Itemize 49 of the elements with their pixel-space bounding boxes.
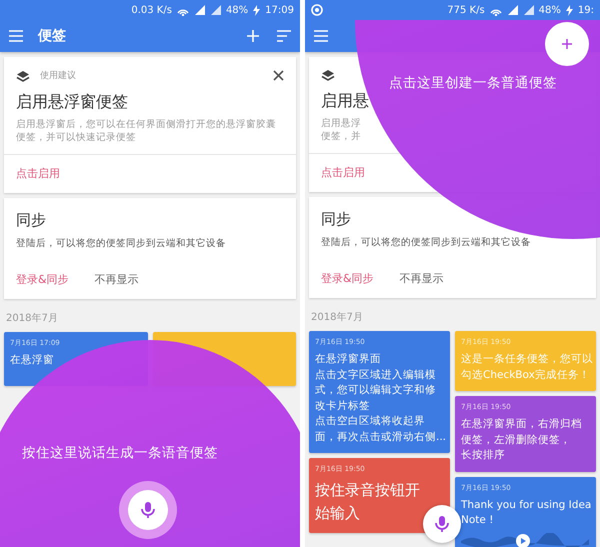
- dismiss-link[interactable]: 不再显示: [94, 272, 139, 287]
- play-icon[interactable]: [516, 534, 530, 547]
- card-description: 启用悬浮 便签，并: [321, 117, 361, 143]
- menu-icon[interactable]: [313, 29, 329, 43]
- login-sync-link[interactable]: 登录&同步: [321, 271, 374, 286]
- signal-icon: [194, 4, 206, 16]
- microphone-icon: [432, 514, 452, 534]
- overlay-hint: 按住这里说话生成一条语音便签: [22, 444, 218, 462]
- layers-icon: [321, 69, 335, 81]
- card-title: 启用悬浮窗便签: [16, 92, 128, 113]
- overlay-hint: 点击这里创建一条普通便签: [389, 74, 557, 92]
- note-text: Thank you for using Idea Note !: [461, 498, 590, 528]
- note-text: 在悬浮窗: [10, 353, 55, 368]
- network-speed: 0.03 K/s: [131, 4, 172, 16]
- plus-icon[interactable]: [246, 29, 260, 43]
- card-title: 同步: [16, 211, 46, 230]
- signal-icon: [210, 4, 222, 16]
- note-text: 在悬浮窗界面 点击文字区域进入编辑模 式，您可以编辑文字和修 改卡片标签 点击空白区域将收起界 面，再次点击或滑动右侧...: [315, 352, 444, 444]
- charging-icon: [564, 4, 574, 16]
- close-icon[interactable]: [273, 70, 284, 81]
- clock-time: 19:: [578, 4, 594, 16]
- sort-icon[interactable]: [276, 29, 292, 43]
- enable-link[interactable]: 点击启用: [321, 165, 365, 180]
- card-description: 登陆后，可以将您的便签同步到云端和其它设备: [321, 236, 531, 249]
- battery-percent: 48%: [538, 4, 561, 16]
- card-description: 登陆后，可以将您的便签同步到云端和其它设备: [16, 237, 226, 250]
- month-heading: 2018年7月: [5, 312, 59, 326]
- note-text: 在悬浮窗界面，右滑归档 便签，左滑删除便签， 长按排序: [461, 417, 583, 463]
- clock-time: 17:09: [265, 4, 294, 16]
- signal-icon: [522, 4, 535, 16]
- network-speed: 775 K/s: [447, 4, 485, 16]
- menu-icon[interactable]: [8, 29, 24, 43]
- note-text: 这是一条任务便签，您可以 勾选CheckBox完成任务！: [461, 352, 590, 382]
- battery-percent: 48%: [226, 4, 248, 16]
- signal-icon: [506, 4, 519, 16]
- dismiss-link[interactable]: 不再显示: [400, 271, 444, 286]
- note-text: 按住录音按钮开 始输入: [315, 480, 421, 524]
- month-heading: 2018年7月: [310, 311, 364, 325]
- plus-icon: [561, 38, 573, 50]
- microphone-icon: [138, 500, 158, 520]
- card-description: 启用悬浮窗后，您可以在任何界面侧滑打开您的悬浮窗胶囊 便签，并可以快速记录便签: [16, 118, 276, 144]
- card-title: 同步: [321, 210, 351, 229]
- app-title: 便签: [38, 27, 67, 45]
- enable-link[interactable]: 点击启用: [16, 166, 60, 181]
- card-caption: 使用建议: [40, 70, 77, 82]
- card-title: 启用悬: [321, 91, 369, 112]
- charging-icon: [252, 4, 262, 16]
- layers-icon: [16, 70, 30, 82]
- login-sync-link[interactable]: 登录&同步: [16, 272, 69, 287]
